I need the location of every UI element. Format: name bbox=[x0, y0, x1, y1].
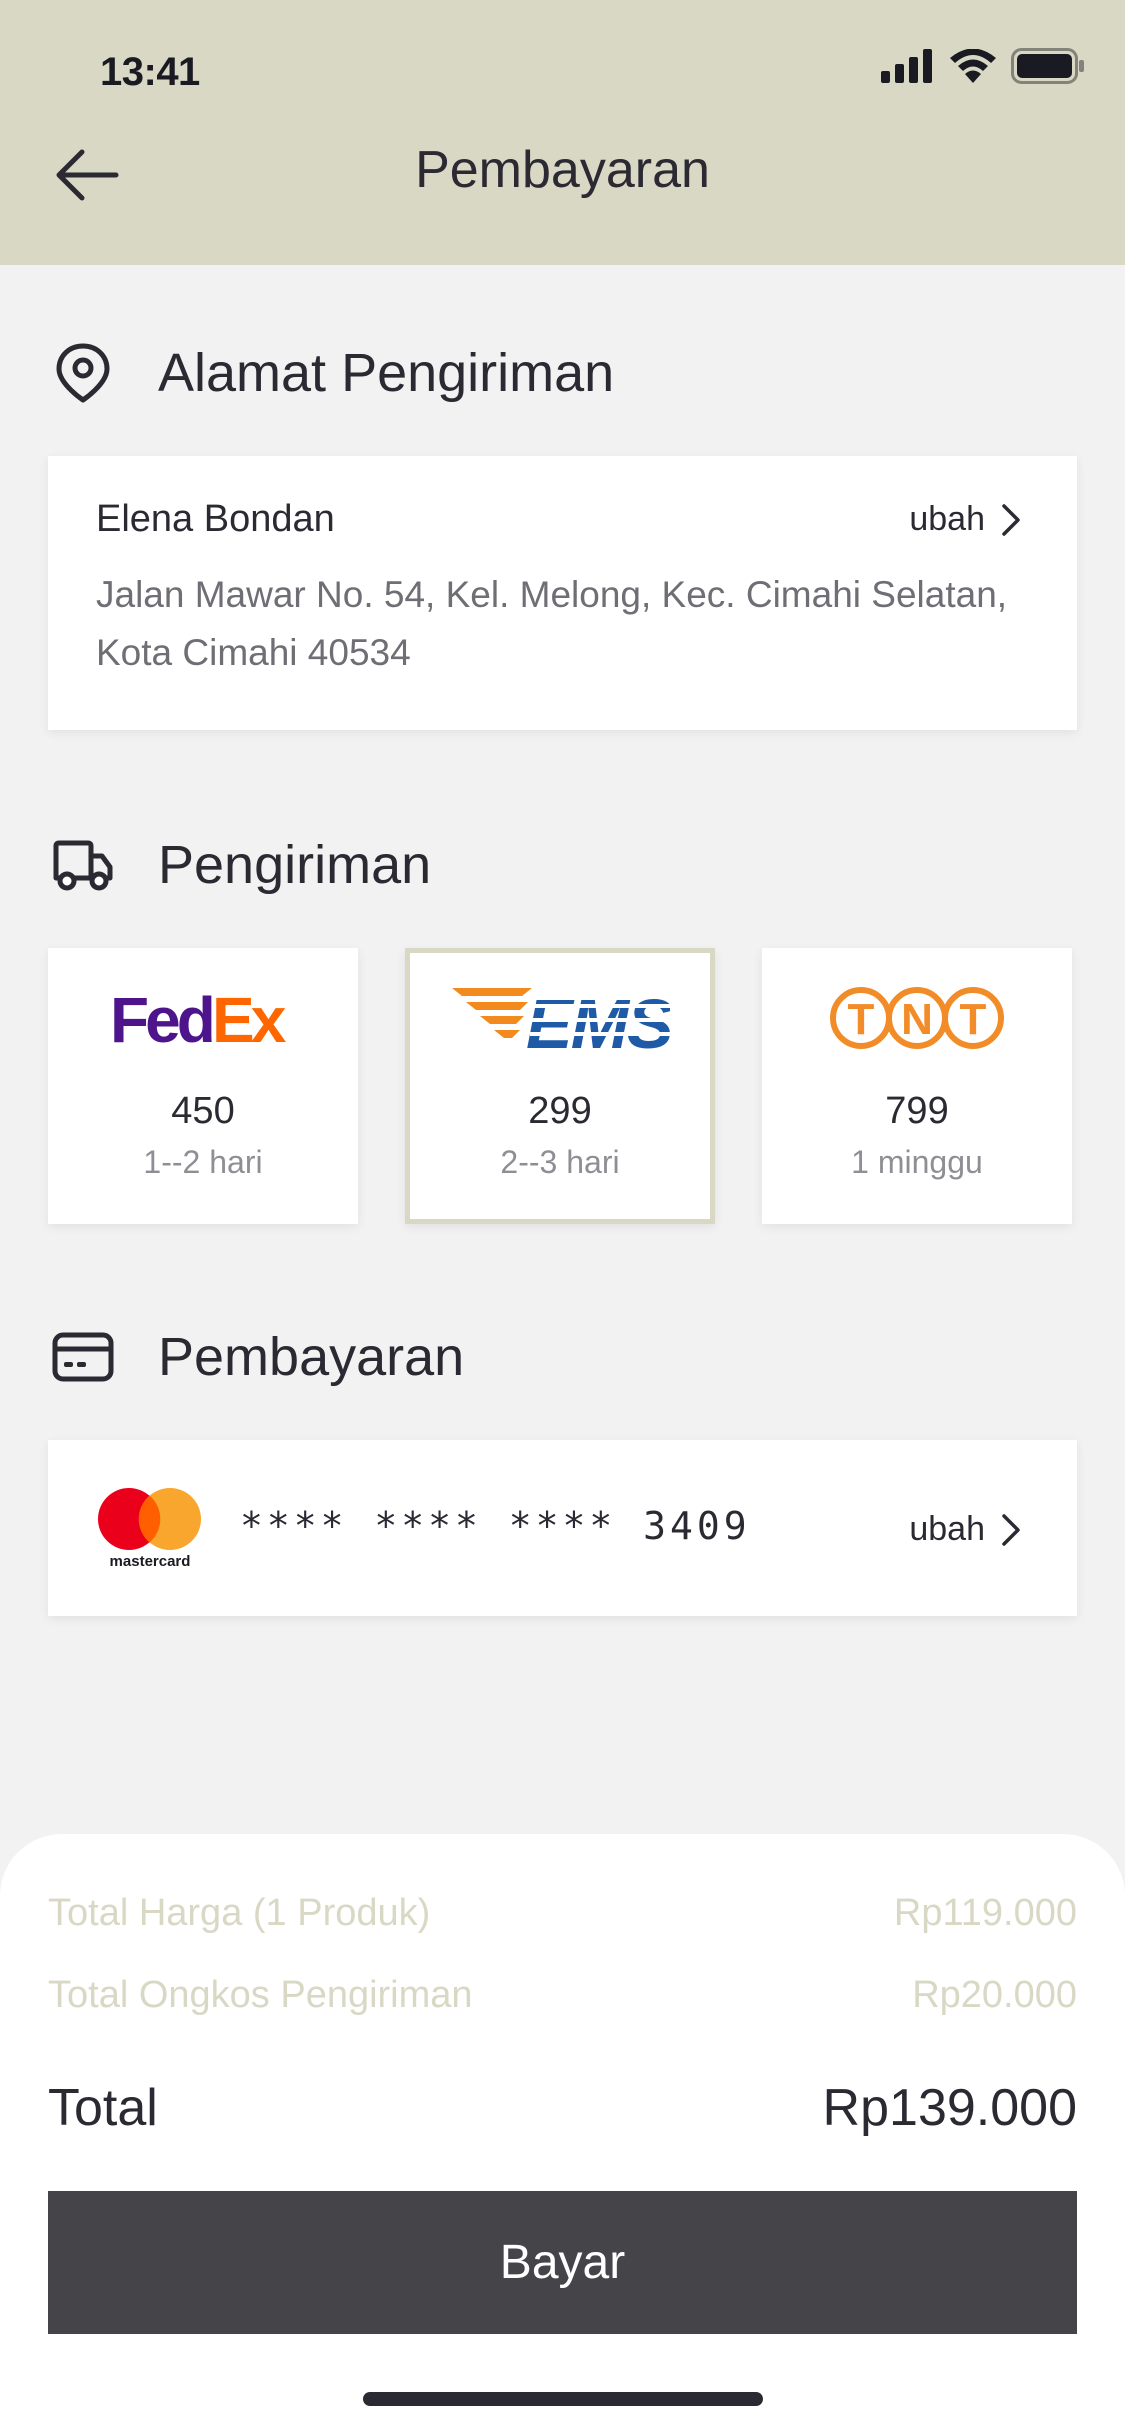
address-card: Elena Bondan ubah Jalan Mawar No. 54, Ke… bbox=[48, 456, 1077, 730]
ems-logo: EMS bbox=[410, 984, 710, 1054]
card-brand-text: mastercard bbox=[110, 1553, 191, 1570]
pay-button[interactable]: Bayar bbox=[48, 2191, 1077, 2334]
svg-text:Ex: Ex bbox=[212, 984, 287, 1054]
app-header: 13:41 Pembayaran bbox=[0, 0, 1125, 265]
svg-text:N: N bbox=[901, 995, 933, 1044]
payment-card[interactable]: mastercard **** **** **** 3409 ubah bbox=[48, 1440, 1077, 1616]
location-pin-icon bbox=[52, 342, 114, 404]
shipping-option-fedex[interactable]: Fed Ex 450 1--2 hari bbox=[48, 948, 358, 1224]
battery-icon bbox=[1011, 48, 1084, 84]
grand-total-row: Total Rp139.000 bbox=[48, 2078, 1077, 2138]
card-number: **** **** **** 3409 bbox=[240, 1504, 751, 1548]
svg-text:Fed: Fed bbox=[110, 984, 212, 1054]
chevron-right-icon bbox=[1002, 503, 1020, 536]
total-price-label: Total Harga (1 Produk) bbox=[48, 1892, 431, 1934]
total-price-row: Total Harga (1 Produk) Rp119.000 bbox=[48, 1892, 1077, 1935]
page-title: Pembayaran bbox=[415, 141, 710, 199]
grand-total-value: Rp139.000 bbox=[822, 2079, 1077, 2137]
status-icons bbox=[881, 48, 1085, 84]
shipping-cost-label: Total Ongkos Pengiriman bbox=[48, 1974, 473, 2016]
credit-card-icon bbox=[52, 1326, 114, 1388]
svg-text:T: T bbox=[960, 995, 987, 1044]
home-indicator bbox=[363, 2392, 763, 2406]
shipping-price: 299 bbox=[528, 1090, 592, 1132]
shipping-price: 799 bbox=[885, 1090, 949, 1132]
change-address-label: ubah bbox=[909, 500, 985, 538]
status-time: 13:41 bbox=[100, 50, 200, 94]
shipping-section-title: Pengiriman bbox=[158, 835, 432, 895]
mastercard-logo: mastercard bbox=[96, 1486, 206, 1575]
total-price-value: Rp119.000 bbox=[893, 1892, 1077, 1934]
change-address-link[interactable]: ubah bbox=[909, 500, 1021, 539]
shipping-cost-value: Rp20.000 bbox=[912, 1974, 1077, 2016]
address-section-title: Alamat Pengiriman bbox=[158, 343, 615, 403]
truck-icon bbox=[52, 834, 114, 896]
tnt-logo: T N T bbox=[762, 984, 1072, 1054]
chevron-right-icon bbox=[1002, 1513, 1020, 1546]
address-section-header: Alamat Pengiriman bbox=[52, 342, 614, 404]
shipping-eta: 1 minggu bbox=[851, 1144, 983, 1180]
payment-section-title: Pembayaran bbox=[158, 1327, 465, 1387]
payment-section-header: Pembayaran bbox=[52, 1326, 464, 1388]
change-payment-label: ubah bbox=[909, 1510, 985, 1548]
wifi-icon bbox=[950, 49, 996, 83]
shipping-section-header: Pengiriman bbox=[52, 834, 431, 896]
shipping-eta: 2--3 hari bbox=[500, 1144, 620, 1180]
fedex-logo: Fed Ex bbox=[48, 984, 358, 1054]
signal-icon bbox=[881, 49, 932, 83]
shipping-eta: 1--2 hari bbox=[143, 1144, 263, 1180]
svg-text:T: T bbox=[848, 995, 875, 1044]
shipping-cost-row: Total Ongkos Pengiriman Rp20.000 bbox=[48, 1974, 1077, 2017]
change-payment-link[interactable]: ubah bbox=[909, 1510, 1021, 1549]
shipping-price: 450 bbox=[171, 1090, 235, 1132]
address-text: Jalan Mawar No. 54, Kel. Melong, Kec. Ci… bbox=[96, 574, 1008, 673]
shipping-option-ems[interactable]: EMS 299 2--3 hari bbox=[405, 948, 715, 1224]
shipping-option-tnt[interactable]: T N T 799 1 minggu bbox=[762, 948, 1072, 1224]
recipient-name: Elena Bondan bbox=[96, 498, 335, 540]
grand-total-label: Total bbox=[48, 2079, 158, 2137]
